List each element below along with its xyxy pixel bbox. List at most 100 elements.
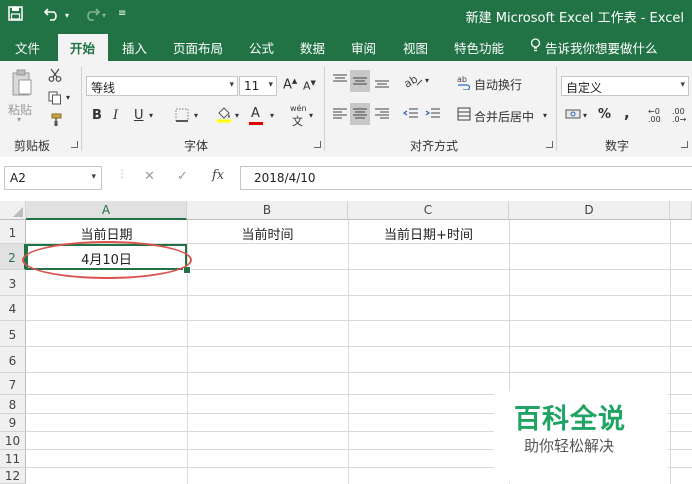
wrap-text-button[interactable]: 自动换行 bbox=[474, 76, 522, 93]
number-launcher-icon[interactable] bbox=[681, 141, 688, 148]
undo-dropdown-icon[interactable]: ▾ bbox=[65, 11, 69, 20]
percent-button[interactable]: % bbox=[598, 107, 611, 122]
copy-icon[interactable] bbox=[48, 91, 62, 108]
cut-icon[interactable] bbox=[48, 68, 62, 85]
chevron-down-icon: ▾ bbox=[229, 80, 234, 90]
ribbon-home: 粘贴 ▾ ▾ 剪贴板 等线 ▾ 11 ▾ A▲ A▼ B I U ▾ ▾ ▾ A… bbox=[0, 61, 692, 158]
font-color-dropdown-icon[interactable]: ▾ bbox=[270, 111, 274, 120]
customize-icon[interactable]: ≡ bbox=[118, 8, 126, 19]
increase-indent-icon[interactable] bbox=[425, 106, 441, 125]
tab-special-features[interactable]: 特色功能 bbox=[454, 38, 504, 57]
tell-me-search[interactable]: 告诉我你想要做什么 bbox=[545, 38, 658, 57]
select-all-corner[interactable] bbox=[0, 201, 26, 220]
row-header-6[interactable]: 6 bbox=[0, 347, 26, 373]
decrease-decimal-button[interactable]: .00.0→ bbox=[672, 108, 686, 124]
column-header-a[interactable]: A bbox=[26, 201, 187, 220]
increase-decimal-button[interactable]: ←0.00 bbox=[648, 108, 661, 124]
font-group-label: 字体 bbox=[184, 139, 209, 153]
undo-icon[interactable] bbox=[43, 6, 62, 25]
shrink-font-button[interactable]: A▼ bbox=[303, 79, 316, 93]
cell-c1[interactable]: 当前日期+时间 bbox=[348, 224, 509, 243]
enter-icon[interactable]: ✓ bbox=[177, 169, 188, 184]
font-name-value: 等线 bbox=[91, 81, 116, 95]
formula-input[interactable]: 2018/4/10 bbox=[240, 166, 692, 190]
cancel-icon[interactable]: ✕ bbox=[144, 169, 155, 184]
insert-function-icon[interactable]: fx bbox=[212, 168, 224, 183]
window-title: 新建 Microsoft Excel 工作表 - Excel bbox=[465, 11, 684, 26]
number-format-combo[interactable]: 自定义 ▾ bbox=[561, 76, 689, 96]
phonetic-guide-icon[interactable]: 文 bbox=[292, 113, 303, 129]
column-header-c[interactable]: C bbox=[348, 201, 509, 220]
save-icon[interactable] bbox=[8, 6, 23, 25]
row-header-1[interactable]: 1 bbox=[0, 220, 26, 244]
font-size-combo[interactable]: 11 ▾ bbox=[239, 76, 277, 96]
name-box[interactable]: A2 ▾ bbox=[4, 166, 102, 190]
annotation-ellipse bbox=[22, 241, 192, 279]
comma-button[interactable]: , bbox=[624, 104, 630, 122]
row-header-3[interactable]: 3 bbox=[0, 270, 26, 296]
tab-review[interactable]: 审阅 bbox=[351, 38, 376, 57]
group-separator bbox=[81, 67, 82, 151]
paste-dropdown-icon[interactable]: ▾ bbox=[17, 115, 21, 124]
align-middle-icon[interactable] bbox=[350, 70, 370, 92]
phonetic-dropdown-icon[interactable]: ▾ bbox=[309, 111, 313, 120]
format-painter-icon[interactable] bbox=[48, 113, 62, 130]
merge-dropdown-icon[interactable]: ▾ bbox=[543, 111, 547, 120]
borders-icon[interactable] bbox=[175, 108, 189, 125]
alignment-launcher-icon[interactable] bbox=[546, 141, 553, 148]
fill-color-icon[interactable] bbox=[216, 106, 232, 126]
formula-bar: A2 ▾ ⋮ ✕ ✓ fx 2018/4/10 bbox=[0, 157, 692, 201]
copy-dropdown-icon[interactable]: ▾ bbox=[66, 93, 70, 102]
row-header-12[interactable]: 12 bbox=[0, 468, 26, 484]
currency-dropdown-icon[interactable]: ▾ bbox=[583, 111, 587, 120]
underline-dropdown-icon[interactable]: ▾ bbox=[149, 111, 153, 120]
decrease-indent-icon[interactable] bbox=[402, 106, 419, 125]
column-header-b[interactable]: B bbox=[187, 201, 348, 220]
tab-data[interactable]: 数据 bbox=[300, 38, 325, 57]
align-center-icon[interactable] bbox=[350, 103, 370, 125]
wrap-text-icon[interactable]: ab bbox=[457, 74, 471, 93]
row-header-7[interactable]: 7 bbox=[0, 373, 26, 395]
orientation-dropdown-icon[interactable]: ▾ bbox=[425, 76, 429, 85]
column-header-e[interactable] bbox=[670, 201, 692, 220]
bold-button[interactable]: B bbox=[92, 108, 102, 123]
tab-page-layout[interactable]: 页面布局 bbox=[173, 38, 223, 57]
paste-icon[interactable] bbox=[11, 69, 33, 100]
number-format-value: 自定义 bbox=[566, 81, 603, 95]
italic-button[interactable]: I bbox=[113, 108, 118, 123]
tab-file[interactable]: 文件 bbox=[15, 38, 40, 57]
row-header-9[interactable]: 9 bbox=[0, 414, 26, 432]
align-top-icon[interactable] bbox=[332, 73, 348, 92]
fill-color-dropdown-icon[interactable]: ▾ bbox=[235, 111, 239, 120]
row-header-8[interactable]: 8 bbox=[0, 395, 26, 414]
align-left-icon[interactable] bbox=[332, 106, 348, 125]
tell-me-icon[interactable] bbox=[530, 38, 541, 55]
tab-home[interactable]: 开始 bbox=[58, 34, 108, 61]
merge-center-button[interactable]: 合并后居中 bbox=[474, 108, 534, 125]
orientation-icon[interactable]: ab bbox=[402, 72, 423, 92]
font-launcher-icon[interactable] bbox=[314, 141, 321, 148]
font-color-button[interactable]: A bbox=[249, 106, 263, 125]
row-header-10[interactable]: 10 bbox=[0, 432, 26, 450]
align-right-icon[interactable] bbox=[374, 106, 390, 125]
align-bottom-icon[interactable] bbox=[374, 73, 390, 92]
tab-formulas[interactable]: 公式 bbox=[249, 38, 274, 57]
redo-icon[interactable] bbox=[82, 6, 101, 25]
grow-font-button[interactable]: A▲ bbox=[283, 77, 297, 92]
ribbon-tabs: 文件 开始 插入 页面布局 公式 数据 审阅 视图 特色功能 告诉我你想要做什么 bbox=[0, 31, 692, 61]
font-name-combo[interactable]: 等线 ▾ bbox=[86, 76, 238, 96]
row-header-11[interactable]: 11 bbox=[0, 450, 26, 468]
clipboard-launcher-icon[interactable] bbox=[71, 141, 78, 148]
row-header-4[interactable]: 4 bbox=[0, 296, 26, 321]
alignment-group-label: 对齐方式 bbox=[410, 139, 459, 153]
redo-dropdown-icon[interactable]: ▾ bbox=[102, 11, 106, 20]
column-header-d[interactable]: D bbox=[509, 201, 670, 220]
currency-icon[interactable] bbox=[565, 106, 581, 125]
cell-b1[interactable]: 当前时间 bbox=[187, 224, 348, 243]
row-header-5[interactable]: 5 bbox=[0, 321, 26, 347]
merge-center-icon[interactable] bbox=[457, 107, 471, 124]
borders-dropdown-icon[interactable]: ▾ bbox=[194, 111, 198, 120]
tab-insert[interactable]: 插入 bbox=[122, 38, 147, 57]
underline-button[interactable]: U bbox=[134, 108, 144, 123]
tab-view[interactable]: 视图 bbox=[403, 38, 428, 57]
